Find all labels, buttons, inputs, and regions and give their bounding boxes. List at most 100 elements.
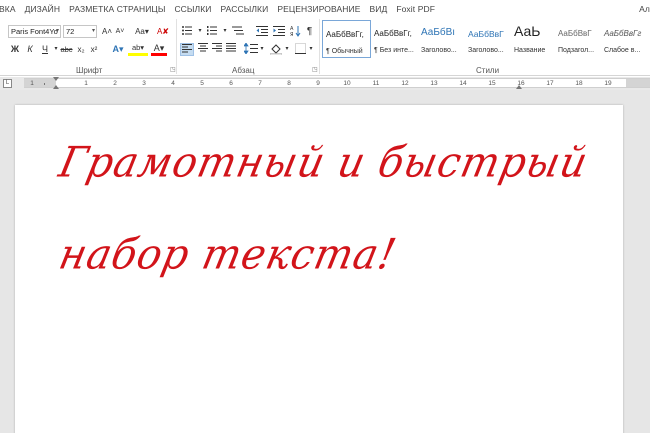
borders-icon (294, 43, 306, 54)
ribbon-tabs: ВКА ДИЗАЙН РАЗМЕТКА СТРАНИЦЫ ССЫЛКИ РАСС… (0, 0, 650, 17)
document-page[interactable]: Грамотный и быстрый набор текста! (15, 105, 623, 433)
font-color-button[interactable]: A▾ (151, 43, 167, 56)
sort-button[interactable]: AЯ (290, 25, 301, 38)
highlight-color-button[interactable]: ab▾ (128, 43, 148, 56)
decrease-indent-button[interactable] (255, 25, 269, 38)
group-separator (319, 19, 320, 74)
group-label-paragraph: Абзац (232, 66, 255, 75)
style-normal[interactable]: АаБбВвГг, ¶ Обычный (322, 20, 371, 58)
style-sample: АаБбВвГг, (374, 29, 412, 38)
svg-text:Я: Я (290, 32, 293, 37)
style-heading-1[interactable]: АаБбВı Заголово... (418, 20, 467, 58)
bold-button[interactable]: Ж (10, 43, 20, 56)
change-case-button[interactable]: Aa▾ (133, 25, 151, 38)
sort-icon: AЯ (290, 26, 301, 38)
paint-bucket-icon (269, 44, 283, 56)
line-spacing-button[interactable] (243, 42, 259, 56)
document-canvas: Грамотный и быстрый набор текста! (0, 90, 650, 433)
style-title[interactable]: АаЬ Название (511, 20, 560, 58)
ruler-number: 1 (84, 80, 88, 87)
paragraph-dialog-launcher-icon[interactable]: ◳ (312, 67, 319, 74)
italic-button[interactable]: К (25, 43, 35, 56)
style-subtle-emphasis[interactable]: АаБбВвГг Слабое в... (601, 20, 650, 58)
style-no-spacing[interactable]: АаБбВвГг, ¶ Без инте... (371, 20, 420, 58)
font-name-value: Paris Font4Yo (11, 27, 58, 36)
styles-gallery: АаБбВвГг, ¶ Обычный АаБбВвГг, ¶ Без инте… (322, 20, 650, 58)
style-name: Заголово... (421, 47, 457, 54)
underline-button[interactable]: Ч (40, 43, 50, 56)
align-center-button[interactable] (196, 43, 209, 56)
shading-button[interactable] (269, 43, 283, 56)
ruler-tick (44, 83, 45, 85)
tab-selector-icon[interactable]: L (3, 79, 12, 88)
chevron-down-icon[interactable]: ▾ (308, 43, 314, 56)
grow-font-button[interactable]: A˄ (101, 25, 113, 38)
chevron-down-icon[interactable]: ▾ (284, 43, 290, 56)
align-right-button[interactable] (210, 43, 223, 56)
align-left-icon (182, 44, 192, 53)
style-name: Заголово... (468, 47, 504, 54)
chevron-down-icon[interactable]: ▾ (222, 25, 228, 38)
tab-review[interactable]: РЕЦЕНЗИРОВАНИЕ (277, 4, 369, 14)
ruler-number: 6 (229, 80, 233, 87)
style-heading-2[interactable]: АаБбВвГ Заголово... (465, 20, 514, 58)
decrease-indent-icon (255, 26, 268, 36)
account-name[interactable]: Ал (639, 4, 650, 14)
first-line-indent-marker-icon[interactable] (53, 77, 59, 81)
ruler-number: 11 (372, 80, 380, 87)
align-right-icon (211, 43, 222, 52)
superscript-button[interactable]: x² (89, 43, 99, 56)
style-sample: АаБбВвГ (558, 29, 592, 38)
style-sample: АаБбВı (421, 27, 456, 38)
ruler-number: 14 (459, 80, 467, 87)
document-text-line-2: набор текста! (54, 230, 401, 280)
ruler-number: 1 (30, 80, 34, 87)
borders-button[interactable] (293, 43, 307, 56)
style-subtitle[interactable]: АаБбВвГ Подзагол... (555, 20, 604, 58)
style-name: ¶ Обычный (326, 48, 363, 55)
tab-insert[interactable]: ВКА (0, 4, 25, 14)
justify-button[interactable] (224, 43, 237, 56)
ruler-number: 3 (142, 80, 146, 87)
ruler-number: 8 (287, 80, 291, 87)
bullets-icon (182, 26, 192, 35)
show-marks-button[interactable]: ¶ (305, 25, 314, 38)
multilevel-list-button[interactable] (230, 25, 246, 38)
clear-formatting-button[interactable]: A✘ (156, 25, 170, 38)
chevron-down-icon[interactable]: ▾ (197, 25, 203, 38)
tab-page-layout[interactable]: РАЗМЕТКА СТРАНИЦЫ (69, 4, 174, 14)
font-size-combo[interactable]: 72 ▾ (63, 25, 97, 38)
subscript-button[interactable]: x₂ (76, 43, 86, 56)
font-name-combo[interactable]: Paris Font4Yo ▾ (8, 25, 61, 38)
right-indent-marker-icon[interactable] (516, 85, 522, 89)
tab-design[interactable]: ДИЗАЙН (25, 4, 70, 14)
ruler-number: 9 (316, 80, 320, 87)
align-left-button[interactable] (180, 43, 194, 56)
hanging-indent-marker-icon[interactable] (53, 85, 59, 89)
strikethrough-button[interactable]: abc (60, 43, 73, 56)
shrink-font-button[interactable]: A˅ (114, 25, 126, 38)
group-label-font: Шрифт (76, 66, 103, 75)
chevron-down-icon[interactable]: ▾ (53, 43, 59, 56)
horizontal-ruler[interactable]: 1 1 2 3 4 5 6 7 8 9 10 11 12 13 14 15 16… (24, 78, 650, 88)
style-name: ¶ Без инте... (374, 47, 414, 54)
text-effects-button[interactable]: A▾ (110, 43, 126, 56)
increase-indent-button[interactable] (272, 25, 286, 38)
style-sample: АаЬ (514, 23, 541, 39)
chevron-down-icon: ▾ (91, 28, 95, 34)
line-spacing-icon (243, 42, 258, 55)
ruler-number: 12 (401, 80, 409, 87)
ruler-number: 10 (343, 80, 351, 87)
multilevel-list-icon (232, 26, 244, 35)
numbering-icon (207, 26, 217, 35)
tab-references[interactable]: ССЫЛКИ (174, 4, 220, 14)
chevron-down-icon[interactable]: ▾ (259, 43, 265, 56)
style-sample: АаБбВвГг, (326, 30, 364, 39)
bullets-button[interactable] (180, 25, 196, 38)
style-sample: АаБбВвГг (604, 29, 642, 38)
numbering-button[interactable] (205, 25, 221, 38)
ruler-left-margin (24, 79, 56, 87)
tab-foxit-pdf[interactable]: Foxit PDF (396, 4, 444, 14)
tab-view[interactable]: ВИД (369, 4, 396, 14)
tab-mailings[interactable]: РАССЫЛКИ (220, 4, 277, 14)
